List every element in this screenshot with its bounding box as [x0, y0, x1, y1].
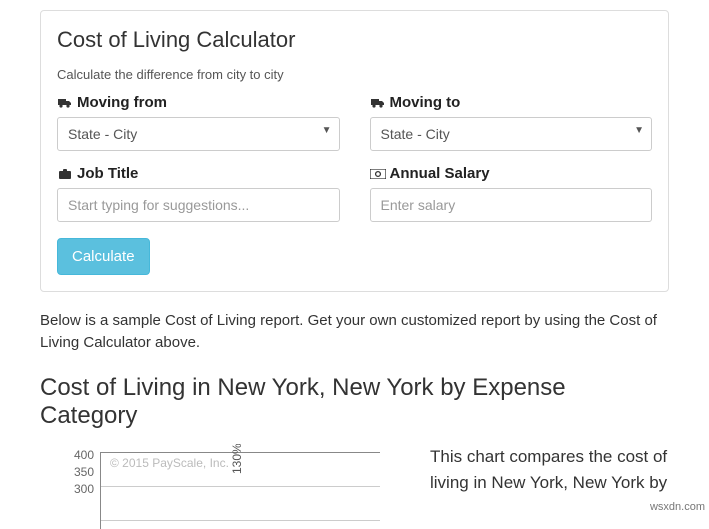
panel-title: Cost of Living Calculator — [57, 27, 652, 53]
job-title-label: Job Title — [57, 165, 340, 182]
chart-row: 400 350 300 © 2015 PayScale, Inc. 130% T… — [40, 444, 669, 529]
chart-area: 400 350 300 © 2015 PayScale, Inc. 130% — [40, 444, 400, 529]
money-icon — [370, 169, 386, 179]
chart-y-ticks: 400 350 300 — [60, 447, 94, 498]
chart-watermark: © 2015 PayScale, Inc. — [110, 456, 229, 470]
moving-from-select[interactable]: State - City — [57, 117, 340, 151]
moving-to-text: Moving to — [390, 94, 461, 111]
truck-icon — [57, 97, 73, 109]
job-title-input[interactable] — [57, 188, 340, 222]
location-row: Moving from State - City Moving to State… — [57, 94, 652, 151]
moving-from-label: Moving from — [57, 94, 340, 111]
truck-icon — [370, 97, 386, 109]
panel-subtitle: Calculate the difference from city to ci… — [57, 67, 652, 82]
page-watermark: wsxdn.com — [648, 501, 707, 513]
moving-to-select[interactable]: State - City — [370, 117, 653, 151]
briefcase-icon — [57, 168, 73, 180]
annual-salary-text: Annual Salary — [390, 165, 490, 182]
annual-salary-label: Annual Salary — [370, 165, 653, 182]
calculate-button[interactable]: Calculate — [57, 238, 150, 275]
chart-description: This chart compares the cost of living i… — [430, 444, 669, 529]
job-title-text: Job Title — [77, 165, 138, 182]
moving-to-label: Moving to — [370, 94, 653, 111]
moving-from-text: Moving from — [77, 94, 167, 111]
calculator-panel: Cost of Living Calculator Calculate the … — [40, 10, 669, 292]
annual-salary-input[interactable] — [370, 188, 653, 222]
sample-report-intro: Below is a sample Cost of Living report.… — [40, 310, 669, 354]
chart-heading: Cost of Living in New York, New York by … — [40, 374, 669, 430]
chart-annotation: 130% — [230, 444, 244, 474]
details-row: Job Title Annual Salary — [57, 165, 652, 222]
